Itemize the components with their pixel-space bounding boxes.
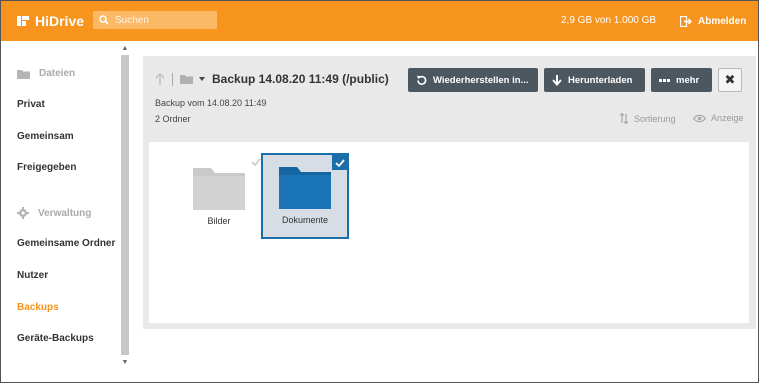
backup-date: Backup vom 14.08.20 11:49: [155, 98, 267, 108]
sort-icon: [619, 113, 629, 124]
scroll-up-icon[interactable]: ▲: [121, 45, 129, 53]
folder-panel: Bilder Dokumente: [149, 142, 749, 323]
download-icon: [552, 74, 562, 86]
folder-tile-bilder[interactable]: Bilder: [175, 154, 263, 240]
restore-label: Wiederherstellen in...: [433, 74, 529, 86]
folder-name: Bilder: [207, 216, 231, 226]
caret-down-icon[interactable]: [198, 76, 206, 82]
download-button[interactable]: Herunterladen: [544, 68, 645, 92]
more-dots-icon: [659, 78, 670, 82]
folder-icon: [193, 168, 245, 210]
gear-icon: [17, 207, 29, 219]
sidebar-item-gemeinsame-ordner[interactable]: Gemeinsame Ordner: [17, 238, 115, 249]
search-input[interactable]: [115, 14, 205, 26]
divider: [172, 72, 173, 86]
sort-control[interactable]: Sortierung: [619, 113, 676, 124]
sidebar-item-gemeinsam[interactable]: Gemeinsam: [17, 131, 74, 142]
folder-icon[interactable]: [180, 74, 193, 84]
sidebar-item-freigegeben[interactable]: Freigegeben: [17, 162, 76, 173]
sort-label: Sortierung: [634, 113, 676, 124]
search-icon: [99, 15, 109, 25]
folder-count: 2 Ordner: [155, 114, 191, 124]
folder-icon: [279, 167, 331, 209]
eye-icon: [693, 114, 706, 122]
search-box[interactable]: [93, 11, 217, 29]
view-label: Anzeige: [711, 113, 744, 123]
scroll-down-icon[interactable]: ▼: [121, 359, 129, 367]
sidebar-item-geraete-backups[interactable]: Geräte-Backups: [17, 333, 94, 344]
sidebar: Dateien Privat Gemeinsam Freigegeben Ver…: [1, 41, 131, 382]
breadcrumb: Backup 14.08.20 11:49 (/public): [155, 69, 389, 89]
storage-usage: 2,9 GB von 1.000 GB: [561, 15, 657, 26]
restore-button[interactable]: Wiederherstellen in...: [408, 68, 538, 92]
up-level-icon[interactable]: [155, 72, 165, 86]
main-content: Backup 14.08.20 11:49 (/public) Backup v…: [143, 56, 756, 329]
sidebar-item-backups[interactable]: Backups: [17, 302, 59, 313]
sidebar-item-nutzer[interactable]: Nutzer: [17, 270, 48, 281]
logout-label: Abmelden: [698, 15, 747, 27]
folder-tile-dokumente[interactable]: Dokumente: [261, 153, 349, 239]
more-button[interactable]: mehr: [651, 68, 712, 92]
logout-icon: [680, 15, 692, 27]
folder-icon: [17, 69, 30, 79]
hidrive-logo-icon: [17, 16, 29, 26]
download-label: Herunterladen: [568, 74, 633, 86]
top-bar: HiDrive 2,9 GB von 1.000 GB Abmelden: [1, 1, 758, 41]
restore-icon: [416, 75, 427, 85]
view-control[interactable]: Anzeige: [693, 113, 744, 123]
section-label: Verwaltung: [38, 207, 92, 219]
sidebar-list: Dateien Privat Gemeinsam Freigegeben Ver…: [1, 41, 119, 382]
logout-button[interactable]: Abmelden: [680, 12, 746, 30]
app-window: HiDrive 2,9 GB von 1.000 GB Abmelden: [0, 0, 759, 383]
folder-name: Dokumente: [281, 215, 329, 225]
section-label: Dateien: [39, 68, 76, 79]
sidebar-section-admin: Verwaltung: [17, 207, 91, 219]
selected-check-icon[interactable]: [332, 155, 347, 170]
logo-text: HiDrive: [35, 13, 85, 29]
close-icon: ✖: [724, 72, 736, 87]
more-label: mehr: [676, 74, 700, 86]
page-title: Backup 14.08.20 11:49 (/public): [212, 72, 389, 86]
scroll-thumb[interactable]: [121, 55, 129, 355]
sidebar-section-files: Dateien: [17, 68, 75, 79]
close-button[interactable]: ✖: [718, 68, 742, 92]
sidebar-item-privat[interactable]: Privat: [17, 99, 45, 110]
sidebar-scrollbar[interactable]: ▲ ▼: [119, 45, 131, 371]
hidrive-logo[interactable]: HiDrive: [16, 12, 84, 30]
